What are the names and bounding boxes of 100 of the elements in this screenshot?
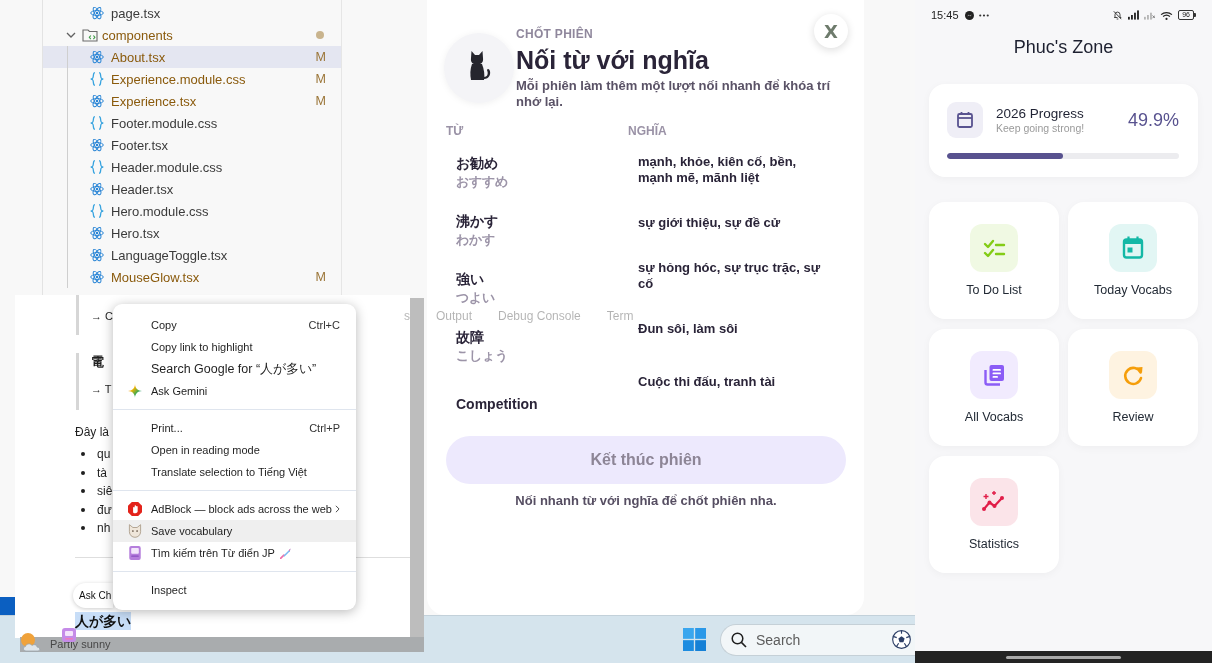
stop-hand-icon [128,502,142,516]
file-item[interactable]: About.tsx M [43,46,341,68]
atom-icon [90,94,104,108]
file-item[interactable]: Experience.module.css M [43,68,341,90]
folder-item[interactable]: components [43,24,341,46]
bullet-icon [81,452,85,457]
menu-item[interactable]: Copy Ctrl+C [113,314,356,336]
list-item-text: đư [97,502,112,517]
chevron-down-icon[interactable] [66,32,76,38]
modified-status: M [315,94,326,108]
eyebrow-label: CHỐT PHIÊN [516,27,593,41]
search-field[interactable]: Search [720,623,915,656]
atom-icon [90,182,104,196]
app-title: Phuc's Zone [1012,36,1115,59]
word-option[interactable]: Competition [456,394,538,414]
meaning-option[interactable]: sự hỏng hóc, sự trục trặc, sự cố [638,259,823,292]
atom-icon [90,138,104,152]
more-icon [978,13,989,17]
calendar-icon [947,102,983,138]
file-item[interactable]: LanguageToggle.tsx [43,244,341,266]
sparkle-chart-icon [970,478,1018,526]
list-item-text: qu [97,447,111,462]
grid-icon[interactable] [683,628,706,651]
meaning-option[interactable]: sự giới thiệu, sự đề cử [638,214,781,231]
meaning-option[interactable]: mạnh, khỏe, kiên cố, bền, mạnh mẽ, mãnh liệt [638,153,823,186]
menu-item[interactable]: Inspect [113,579,356,601]
search-icon [731,631,747,648]
menu-item[interactable]: Open in reading mode [113,439,356,461]
progress-title: 2026 Progress [996,105,1085,122]
file-item[interactable]: Footer.tsx [43,134,341,156]
keyboard-shortcut: Ctrl+C [308,319,340,331]
word-option[interactable]: 沸かす わかす [456,211,498,249]
weather-label: Partly sunny [50,638,111,651]
braces-icon [90,204,104,218]
meaning-option[interactable]: Đun sôi, làm sôi [638,320,738,337]
selected-text: 人が多い [75,611,131,630]
menu-item[interactable]: Print... Ctrl+P [113,417,356,439]
braces-icon [90,160,104,174]
ask-button[interactable]: Ask Ch [73,582,113,608]
cat-icon [444,33,514,103]
meaning-option[interactable]: Cuộc thi đấu, tranh tài [638,373,776,390]
dialog-title: Nối từ với nghĩa [516,45,709,76]
menu-item[interactable]: Tìm kiếm trên Từ điển JP [113,542,356,564]
progress-percent: 49.9% [1127,109,1179,131]
atom-icon [90,226,104,240]
file-item[interactable]: Experience.tsx M [43,90,341,112]
column-header: TỪ [446,124,464,138]
muted-bell-icon [1112,10,1124,20]
menu-tile[interactable]: All Vocabs [929,329,1059,446]
list-item-text: siê [97,484,113,499]
list-item-text: tà [97,465,107,480]
modified-status: M [315,50,326,64]
progress-subtitle: Keep going strong! [996,122,1085,135]
keyboard-shortcut: Ctrl+P [309,422,340,434]
file-item[interactable]: Footer.module.css [43,112,341,134]
atom-icon [90,6,104,20]
file-item[interactable]: Header.tsx [43,178,341,200]
menu-item[interactable]: AdBlock — block ads across the web [113,498,356,520]
modified-status: M [315,270,326,284]
bullet-icon [81,489,85,494]
modified-status: M [315,72,326,86]
book-icon [128,546,142,560]
menu-item[interactable]: Ask Gemini [113,380,356,402]
menu-tile[interactable]: Statistics [929,456,1059,573]
menu-tile[interactable]: Review [1068,329,1198,446]
checklist-icon [970,224,1018,272]
menu-item[interactable]: Save vocabulary [113,520,356,542]
wifi-icon [1160,10,1174,20]
list-item-text: nh [97,521,111,536]
menu-item[interactable]: Search Google for “人が多い” [113,358,356,380]
atom-icon [90,248,104,262]
menu-item[interactable]: Translate selection to Tiếng Việt [113,461,356,483]
file-item[interactable]: MouseGlow.tsx M [43,266,341,288]
quote-text: → C [91,309,113,324]
menu-item[interactable]: Copy link to highlight [113,336,356,358]
folder-icon [82,28,98,42]
documents-icon [970,351,1018,399]
pen-icon [279,547,291,559]
file-item[interactable]: Hero.tsx [43,222,341,244]
word-option[interactable]: お勧め おすすめ [456,153,508,191]
file-item[interactable]: page.tsx [43,2,341,24]
quote-heading: 電 [91,353,104,371]
no-signal-icon [1144,10,1156,20]
menu-tile[interactable]: Today Vocabs [1068,202,1198,319]
ball-icon[interactable] [892,630,911,649]
sun-cloud-icon [20,632,42,652]
close-button[interactable]: X [814,14,848,48]
atom-icon [90,270,104,284]
file-item[interactable]: Hero.module.css [43,200,341,222]
refresh-icon [1109,351,1157,399]
sparkle-icon [128,384,142,398]
column-header: NGHĨA [628,124,667,138]
file-item[interactable]: Header.module.css [43,156,341,178]
quote-text: → T [91,382,112,397]
word-option[interactable]: 故障 こしょう [456,327,508,365]
cat-face-icon [128,524,142,538]
menu-tile[interactable]: To Do List [929,202,1059,319]
atom-icon [90,50,104,64]
word-option[interactable]: 強い つよい [456,269,495,307]
status-time: 15:45 [931,9,959,21]
